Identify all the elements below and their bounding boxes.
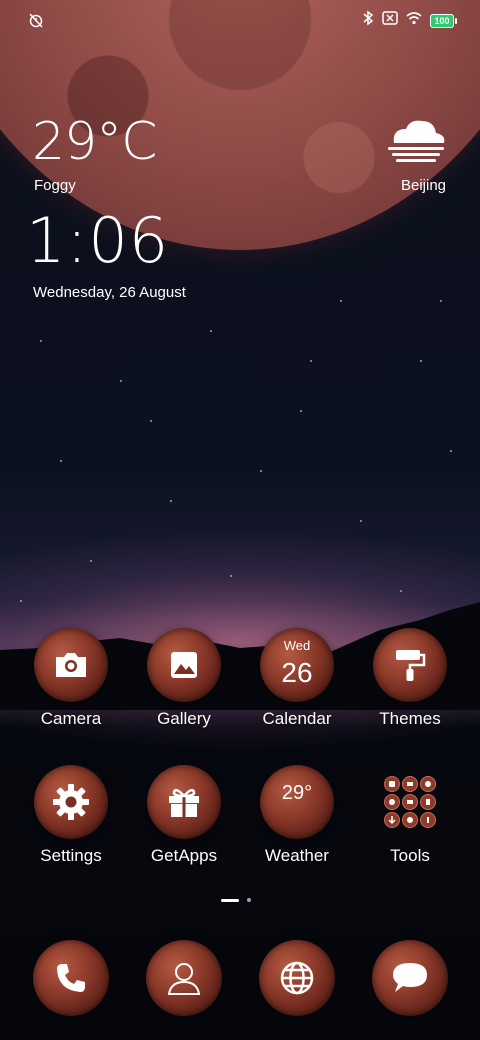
- calendar-weekday: Wed: [283, 638, 311, 653]
- weather-temperature: 29°C: [32, 112, 157, 172]
- app-gallery[interactable]: Gallery: [127, 628, 241, 729]
- browser-globe-icon: [259, 940, 335, 1016]
- weather-city: Beijing: [400, 177, 446, 194]
- app-weather[interactable]: 29° Weather: [240, 765, 354, 866]
- page-dot: [247, 898, 251, 902]
- status-bar: 100: [0, 10, 480, 34]
- paint-roller-icon: [373, 628, 447, 702]
- contacts-icon: [146, 940, 222, 1016]
- page-dot-active: [221, 898, 239, 902]
- app-label: Tools: [390, 846, 430, 865]
- fog-cloud-icon: [386, 117, 446, 168]
- weather-app-temperature: 29°: [281, 781, 313, 804]
- clock-date[interactable]: Wednesday, 26 August: [33, 284, 186, 301]
- app-label: Weather: [265, 846, 329, 865]
- app-tools[interactable]: Tools: [353, 765, 467, 866]
- clock-time[interactable]: 1:06: [26, 204, 169, 277]
- calendar-icon: Wed 26: [260, 628, 334, 702]
- gift-icon: [147, 765, 221, 839]
- app-label: GetApps: [150, 846, 218, 865]
- dock-browser[interactable]: [240, 940, 354, 1016]
- folder-icon: [373, 765, 447, 839]
- image-icon: [147, 628, 221, 702]
- weather-condition: Foggy: [34, 177, 76, 194]
- no-sim-icon: [382, 11, 398, 30]
- dock-phone[interactable]: [14, 940, 128, 1016]
- app-label: Calendar: [262, 709, 332, 728]
- app-label: Camera: [40, 709, 102, 728]
- bluetooth-icon: [362, 10, 374, 31]
- camera-icon: [34, 628, 108, 702]
- app-camera[interactable]: Camera: [14, 628, 128, 729]
- messages-icon: [372, 940, 448, 1016]
- gear-icon: [34, 765, 108, 839]
- dock-contacts[interactable]: [127, 940, 241, 1016]
- app-label: Themes: [379, 709, 441, 728]
- weather-icon: 29°: [260, 765, 334, 839]
- app-settings[interactable]: Settings: [14, 765, 128, 866]
- app-label: Settings: [40, 846, 102, 865]
- battery-icon: 100: [430, 13, 457, 28]
- alarm-off-icon: [28, 12, 44, 33]
- app-calendar[interactable]: Wed 26 Calendar: [240, 628, 354, 729]
- phone-icon: [33, 940, 109, 1016]
- wifi-icon: [406, 11, 422, 30]
- page-indicator: [221, 898, 251, 902]
- app-themes[interactable]: Themes: [353, 628, 467, 729]
- dock-messages[interactable]: [353, 940, 467, 1016]
- calendar-day-number: 26: [281, 657, 313, 688]
- app-label: Gallery: [157, 709, 211, 728]
- app-getapps[interactable]: GetApps: [127, 765, 241, 866]
